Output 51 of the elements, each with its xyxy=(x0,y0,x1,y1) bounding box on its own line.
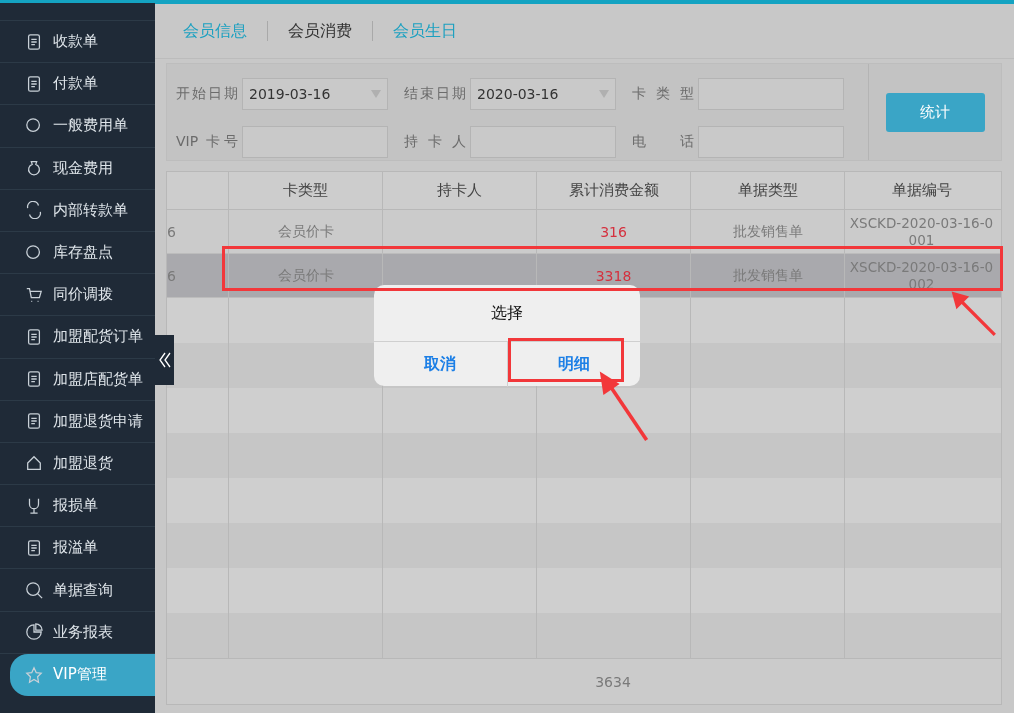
checklist-icon xyxy=(25,370,43,389)
clipboard-icon xyxy=(25,327,43,346)
arrow-annotation xyxy=(950,290,998,338)
exchange-icon xyxy=(25,201,43,220)
total-cell-text: 3634 xyxy=(594,672,632,692)
field-label: 卡 类 型 xyxy=(632,85,694,103)
column-header: 单据编号 xyxy=(844,172,998,209)
sidebar-item[interactable]: 报损单 xyxy=(0,485,155,528)
table-cell: 316 xyxy=(536,210,690,253)
money-bag-icon xyxy=(25,159,43,178)
column-header: 单据类型 xyxy=(690,172,844,209)
cancel-button[interactable]: 取消 xyxy=(374,342,507,387)
receipt-icon xyxy=(25,32,43,51)
column-header: 持卡人 xyxy=(382,172,536,209)
house-icon xyxy=(25,454,43,473)
star-icon xyxy=(25,665,43,684)
sidebar-item[interactable]: 现金费用 xyxy=(0,147,155,190)
sidebar-item[interactable]: 加盟退货申请 xyxy=(0,400,155,443)
collapse-handle[interactable] xyxy=(155,335,174,385)
clipboard-icon xyxy=(25,412,43,431)
caret-icon xyxy=(371,90,381,98)
sidebar-item[interactable]: 一般费用单 xyxy=(0,105,155,148)
column-header: 累计消费金额 xyxy=(536,172,690,209)
sidebar-item[interactable]: 内部转款单 xyxy=(0,189,155,232)
field-label: 开始日期 xyxy=(176,85,238,103)
field-label: 结束日期 xyxy=(404,85,466,103)
field-label: 持 卡 人 xyxy=(404,133,466,151)
table-cell: 批发销售单 xyxy=(690,210,844,253)
sidebar-item[interactable]: 单据查询 xyxy=(0,569,155,612)
sidebar-item[interactable]: 同价调拨 xyxy=(0,274,155,317)
table-cell: XSCKD-2020-03-16-0001 xyxy=(844,210,998,253)
table-cell: 会员价卡 xyxy=(228,210,382,253)
sidebar-item[interactable]: 加盟配货订单 xyxy=(0,316,155,359)
caret-icon xyxy=(599,90,609,98)
table-cell-text: 6 xyxy=(167,222,177,242)
sidebar-item[interactable]: 报溢单 xyxy=(0,527,155,570)
column-header: 卡类型 xyxy=(228,172,382,209)
sidebar-item[interactable]: 业务报表 xyxy=(0,611,155,654)
sidebar-item[interactable]: 加盟退货 xyxy=(0,442,155,486)
date-dropdown[interactable]: 2020-03-16 xyxy=(470,78,616,110)
sidebar-item[interactable]: 库存盘点 xyxy=(0,231,155,275)
tab[interactable]: 会员消费 xyxy=(274,16,366,46)
double-chevron-icon xyxy=(158,352,171,368)
sidebar-item[interactable]: 收款单 xyxy=(0,21,155,64)
field-label: VIP 卡号 xyxy=(176,133,238,151)
sidebar-item[interactable]: 付款单 xyxy=(0,63,155,106)
field-label: 电 话 xyxy=(632,133,694,151)
search-icon xyxy=(25,581,43,600)
date-dropdown[interactable]: 2019-03-16 xyxy=(242,78,388,110)
cart-icon xyxy=(25,285,43,304)
pie-chart-icon xyxy=(25,623,43,642)
